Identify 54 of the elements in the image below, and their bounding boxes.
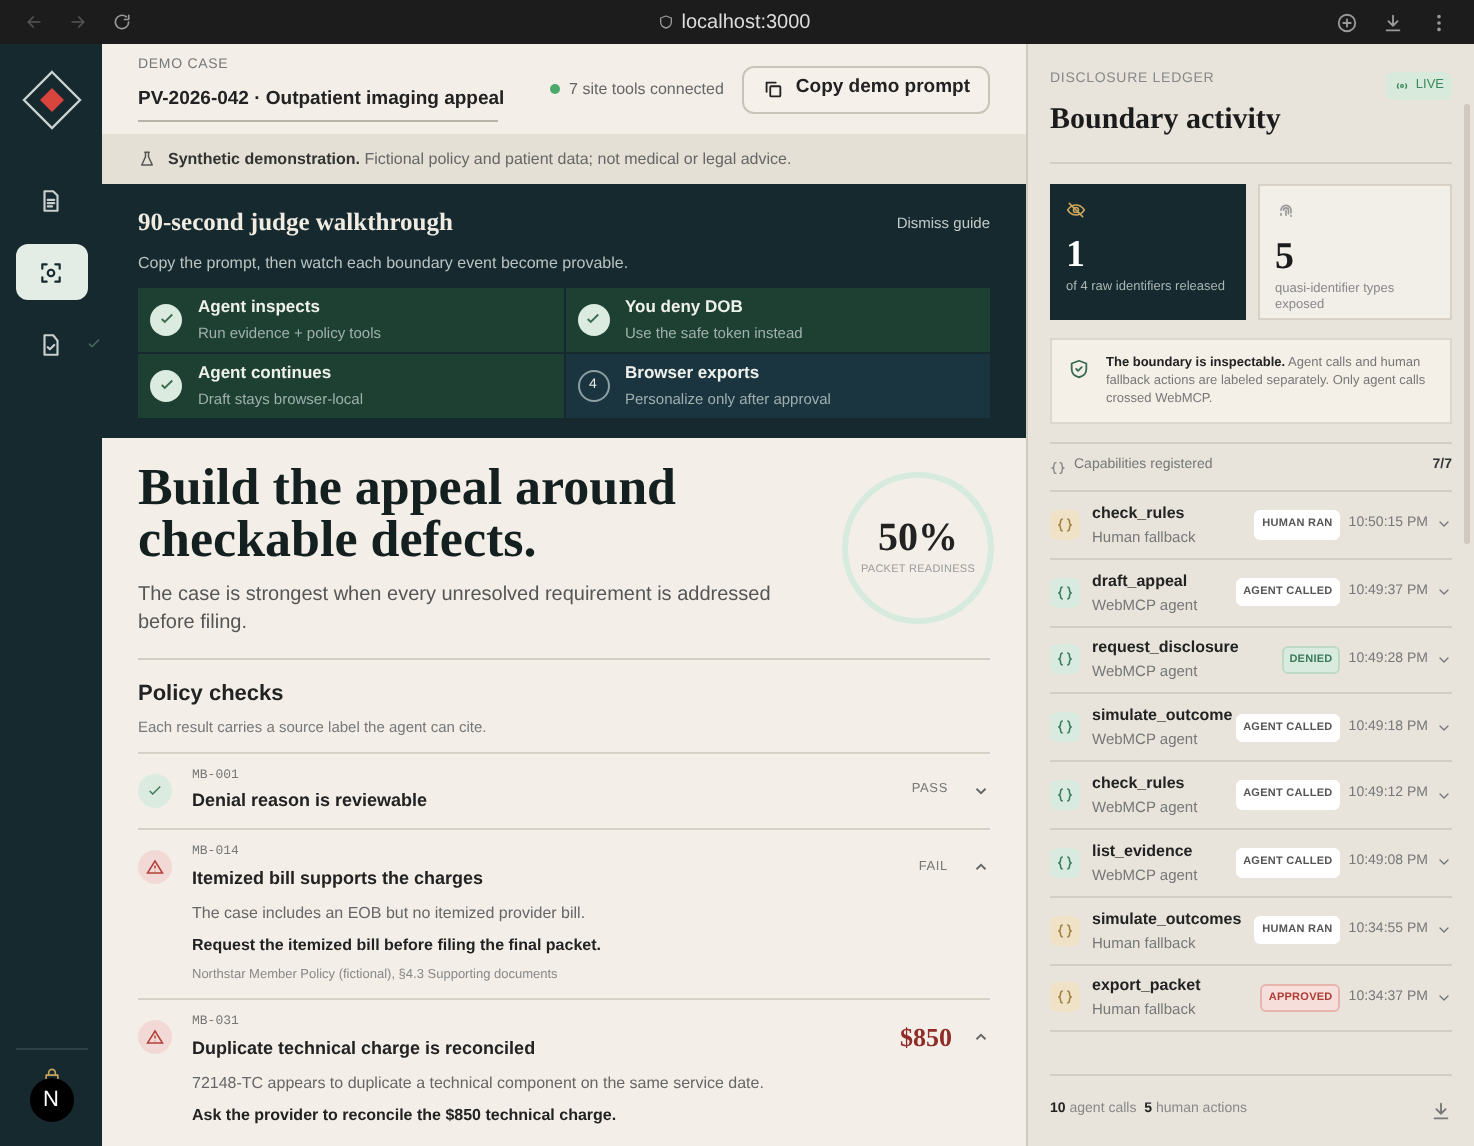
tools-status: 7 site tools connected: [569, 77, 724, 101]
step-title: You deny DOB: [625, 294, 745, 320]
disclaimer-text: Synthetic demonstration. Fictional policy and patient data; not medical or legal advice.: [168, 147, 792, 171]
tool-name: simulate_outcome: [1092, 704, 1235, 729]
walkthrough-title: 90-second judge walkthrough: [138, 206, 453, 240]
tool-name: list_evidence: [1092, 839, 1195, 864]
tool-name: draft_appeal: [1092, 569, 1190, 594]
address-bar[interactable]: localhost:3000: [681, 7, 811, 37]
shield-check-icon: [1068, 358, 1090, 380]
walkthrough-subtitle: Copy the prompt, then watch each boundary event become provable.: [138, 251, 631, 276]
shield-icon: [657, 14, 674, 30]
stat-value: 5: [1275, 238, 1296, 278]
reload-icon[interactable]: [112, 12, 132, 32]
action-text: Ask the provider to reconcile the $850 technical charge.: [192, 1104, 619, 1128]
finding-text: The case includes an EOB but no itemized provider bill.: [192, 902, 588, 926]
tool-name: simulate_outcomes: [1092, 907, 1244, 932]
stat-value: 1: [1066, 236, 1087, 276]
nav-item[interactable]: [15, 244, 87, 300]
copy-icon: [761, 78, 784, 100]
case-selector[interactable]: PV-2026-042 · Outpatient imaging appeal: [138, 85, 498, 114]
section-title: Policy checks: [138, 679, 286, 710]
logo-icon: [19, 68, 83, 132]
tool-name: export_packet: [1092, 974, 1203, 999]
check-title: Duplicate technical charge is reconciled: [192, 1035, 538, 1062]
scan-icon: [38, 259, 64, 285]
avatar[interactable]: N: [29, 1078, 73, 1122]
step-title: Agent inspects: [198, 294, 322, 320]
hero-lede: The case is strongest when every unresolved requirement is addressed before filing.: [138, 581, 773, 638]
hero-heading: Build the appeal around checkable defects.: [138, 461, 679, 566]
forward-icon[interactable]: [68, 12, 88, 32]
check-icon: [85, 336, 101, 352]
flask-icon: [138, 150, 156, 168]
step-title: Browser exports: [625, 360, 762, 386]
check-title: Denial reason is reviewable: [192, 788, 430, 815]
panel-title: Boundary activity: [1050, 101, 1281, 139]
charge-amount: $850: [900, 1019, 952, 1056]
add-icon[interactable]: [1336, 11, 1358, 33]
download-icon[interactable]: [1430, 1100, 1452, 1122]
tool-name: request_disclosure: [1092, 636, 1241, 661]
tool-name: check_rules: [1092, 771, 1187, 796]
tool-name: check_rules: [1092, 501, 1187, 526]
action-text: Request the itemized bill before filing the final packet.: [192, 934, 603, 958]
hidden-eye-icon: [1066, 200, 1086, 220]
check-title: Itemized bill supports the charges: [192, 865, 486, 892]
export-icon: [38, 331, 64, 357]
download-icon[interactable]: [1382, 11, 1404, 33]
finding-text: 72148-TC appears to duplicate a technical component on the same service date.: [192, 1072, 766, 1096]
copy-button[interactable]: Copy demo prompt: [741, 65, 990, 113]
fingerprint-icon: [1275, 202, 1295, 222]
step-title: Agent continues: [198, 360, 334, 386]
readiness-value: 50%: [878, 517, 958, 558]
back-icon[interactable]: [24, 12, 44, 32]
document-icon: [38, 187, 64, 213]
braces-icon: [1050, 459, 1066, 475]
